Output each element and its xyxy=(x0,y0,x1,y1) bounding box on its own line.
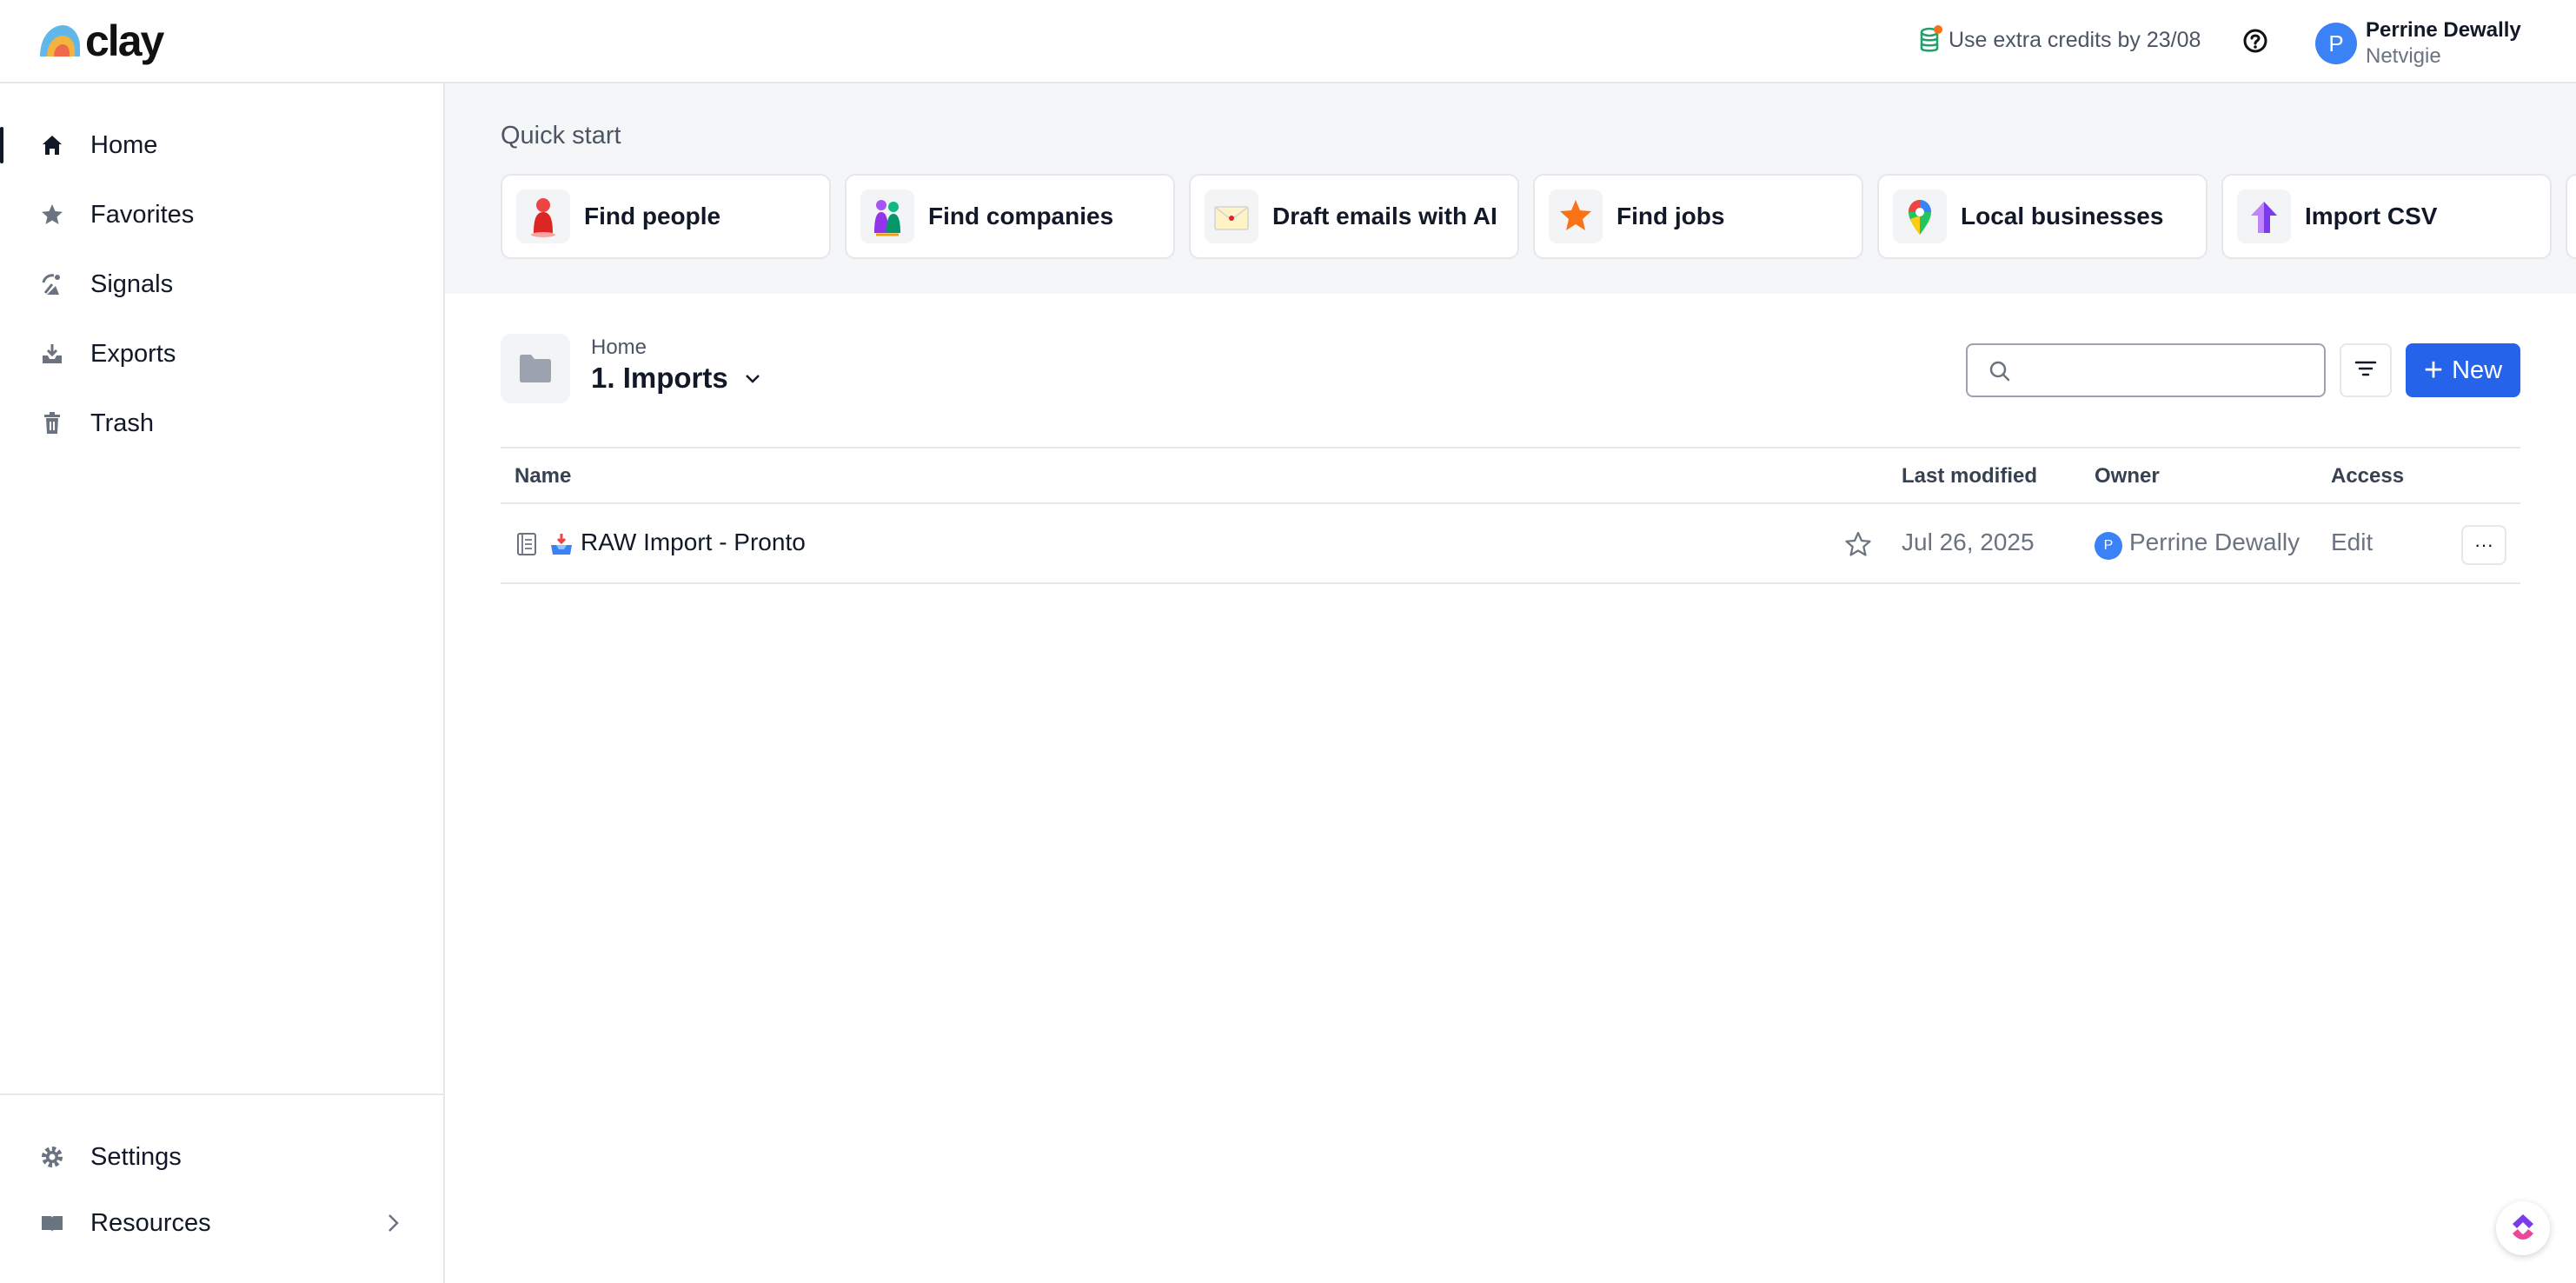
sidebar: Home Favorites Signals Exports Trash Set… xyxy=(0,83,445,1283)
quick-start-label: Find companies xyxy=(928,203,1114,229)
quick-start-find-people[interactable]: Find people xyxy=(501,174,831,259)
column-header-access[interactable]: Access xyxy=(2331,464,2404,489)
sidebar-item-label: Resources xyxy=(90,1208,211,1237)
sidebar-item-trash[interactable]: Trash xyxy=(0,395,443,452)
quick-start-label: Draft emails with AI xyxy=(1272,203,1497,229)
coin-stack-icon xyxy=(1919,24,1943,56)
help-icon[interactable] xyxy=(2241,26,2270,56)
credits-text: Use extra credits by 23/08 xyxy=(1949,27,2201,52)
quick-start-title: Quick start xyxy=(501,122,621,150)
search-icon xyxy=(1988,360,2011,382)
page-title: 1. Imports xyxy=(591,362,728,394)
table-file-icon xyxy=(516,532,537,556)
plus-icon: + xyxy=(2423,352,2444,389)
quick-start-local-businesses[interactable]: Local businesses xyxy=(1877,174,2208,259)
sidebar-divider xyxy=(0,1094,443,1095)
sidebar-item-label: Favorites xyxy=(90,200,195,229)
column-header-name[interactable]: Name xyxy=(515,464,571,489)
user-menu[interactable]: P Perrine Dewally Netvigie xyxy=(2315,17,2521,70)
map-pin-icon xyxy=(1893,189,1947,243)
chevron-right-icon xyxy=(382,1213,403,1233)
export-icon xyxy=(40,342,64,366)
quick-start-draft-emails[interactable]: Draft emails with AI xyxy=(1189,174,1519,259)
quick-start-label: Local businesses xyxy=(1961,203,2164,229)
quick-start-label: Find jobs xyxy=(1617,203,1725,229)
avatar: P xyxy=(2315,23,2357,64)
folder-title-dropdown[interactable]: 1. Imports xyxy=(591,362,763,395)
home-icon xyxy=(40,133,64,157)
logo-text: clay xyxy=(85,17,164,65)
trash-icon xyxy=(40,411,64,435)
sidebar-item-label: Exports xyxy=(90,339,176,368)
credits-notice[interactable]: Use extra credits by 23/08 xyxy=(1919,24,2201,56)
top-bar: clay Use extra credits by 23/08 P Perrin… xyxy=(0,0,2576,83)
sidebar-item-home[interactable]: Home xyxy=(0,116,443,174)
sidebar-item-label: Trash xyxy=(90,409,155,437)
gear-icon xyxy=(40,1145,64,1169)
owner-avatar: P xyxy=(2095,532,2122,560)
sidebar-item-exports[interactable]: Exports xyxy=(0,325,443,382)
chevron-down-icon xyxy=(742,368,763,389)
people-group-icon xyxy=(860,189,914,243)
signal-icon xyxy=(40,272,64,296)
quick-start-section: Quick start Find people Find companies D… xyxy=(445,83,2576,294)
sidebar-item-resources[interactable]: Resources xyxy=(0,1194,443,1252)
quick-start-label: Import CSV xyxy=(2305,203,2438,229)
row-owner: Perrine Dewally xyxy=(2129,528,2300,555)
search-input[interactable] xyxy=(1966,343,2326,397)
folder-icon xyxy=(501,334,570,403)
sidebar-item-settings[interactable]: Settings xyxy=(0,1128,443,1186)
star-badge-icon xyxy=(1549,189,1603,243)
table-row[interactable]: RAW Import - Pronto Jul 26, 2025 P Perri… xyxy=(501,504,2520,584)
quick-start-card-partial[interactable] xyxy=(2566,174,2576,259)
table-header: Name Last modified Owner Access xyxy=(501,447,2520,504)
clay-logo[interactable]: clay xyxy=(37,17,164,65)
clickup-widget-button[interactable] xyxy=(2496,1201,2550,1255)
sidebar-item-favorites[interactable]: Favorites xyxy=(0,186,443,243)
filter-icon xyxy=(2354,360,2377,382)
user-name: Perrine Dewally xyxy=(2366,18,2521,42)
quick-start-find-companies[interactable]: Find companies xyxy=(845,174,1175,259)
new-button[interactable]: + New xyxy=(2406,343,2520,397)
sidebar-item-label: Signals xyxy=(90,269,174,298)
sidebar-item-signals[interactable]: Signals xyxy=(0,256,443,313)
breadcrumb[interactable]: Home xyxy=(591,336,647,360)
user-org: Netvigie xyxy=(2366,44,2441,68)
filter-button[interactable] xyxy=(2340,343,2392,397)
favorite-star-icon[interactable] xyxy=(1844,530,1872,558)
sidebar-item-label: Settings xyxy=(90,1142,182,1171)
row-access: Edit xyxy=(2331,528,2374,555)
column-header-owner[interactable]: Owner xyxy=(2095,464,2160,489)
envelope-icon xyxy=(1205,189,1258,243)
inbox-tray-icon xyxy=(549,532,574,556)
book-icon xyxy=(40,1211,64,1235)
upload-arrow-icon xyxy=(2237,189,2291,243)
row-name[interactable]: RAW Import - Pronto xyxy=(581,528,806,556)
quick-start-find-jobs[interactable]: Find jobs xyxy=(1533,174,1863,259)
row-last-modified: Jul 26, 2025 xyxy=(1902,528,2035,555)
new-button-label: New xyxy=(2452,356,2503,384)
row-more-button[interactable]: ··· xyxy=(2461,525,2506,565)
person-icon xyxy=(516,189,570,243)
clay-logo-icon xyxy=(40,25,80,57)
column-header-last-modified[interactable]: Last modified xyxy=(1902,464,2037,489)
quick-start-label: Find people xyxy=(584,203,721,229)
clickup-icon xyxy=(2506,1209,2540,1248)
star-icon xyxy=(40,203,64,227)
sidebar-item-label: Home xyxy=(90,130,158,159)
quick-start-import-csv[interactable]: Import CSV xyxy=(2221,174,2552,259)
